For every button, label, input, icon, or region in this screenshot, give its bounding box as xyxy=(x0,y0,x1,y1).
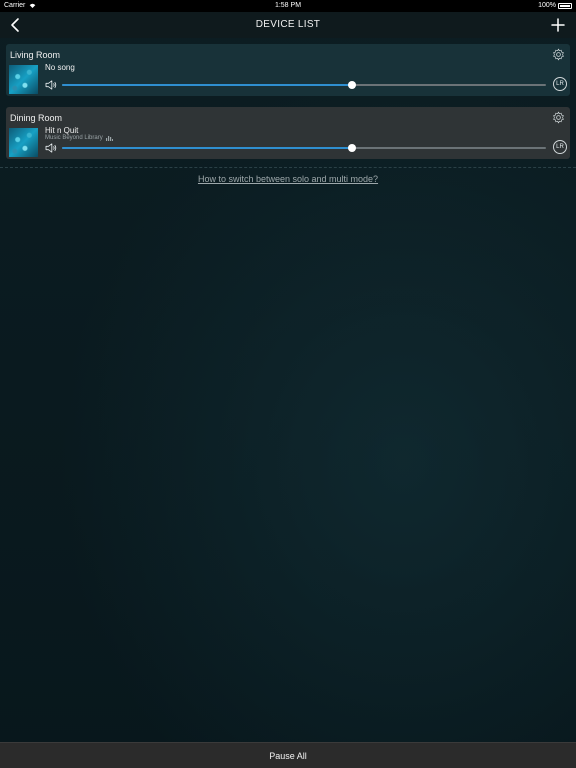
battery-percent: 100% xyxy=(538,2,556,9)
speaker-icon[interactable] xyxy=(45,143,57,153)
volume-fill xyxy=(62,147,353,149)
volume-fill xyxy=(62,84,353,86)
song-title: No song xyxy=(45,63,75,72)
album-cover xyxy=(9,65,38,94)
navigation-bar: DEVICE LIST xyxy=(0,12,576,38)
album-cover xyxy=(9,128,38,157)
status-time: 1:58 PM xyxy=(274,2,302,9)
song-source: Music Beyond Library xyxy=(45,135,113,141)
battery-indicator: 100% xyxy=(538,2,572,9)
page-title: DEVICE LIST xyxy=(255,19,321,30)
source-label: Music Beyond Library xyxy=(45,135,103,141)
volume-slider[interactable] xyxy=(62,144,546,152)
volume-handle[interactable] xyxy=(348,81,357,89)
equalizer-icon xyxy=(105,136,113,141)
device-name: Dining Room xyxy=(10,113,63,123)
channel-lr-button[interactable]: LR xyxy=(553,140,567,154)
gear-icon[interactable] xyxy=(552,48,565,61)
song-title: Hit n Quit xyxy=(45,126,79,135)
device-card-dining-room[interactable]: Dining Room Hit n Quit Music Beyond Libr… xyxy=(6,107,570,159)
device-card-living-room[interactable]: Living Room No song LR xyxy=(6,44,570,96)
pause-all-button[interactable]: Pause All xyxy=(0,743,576,768)
plus-icon[interactable] xyxy=(550,17,566,33)
list-divider xyxy=(0,167,576,168)
speaker-icon[interactable] xyxy=(45,80,57,90)
device-name: Living Room xyxy=(10,50,61,60)
help-link[interactable]: How to switch between solo and multi mod… xyxy=(0,174,576,184)
bottom-bar: Pause All xyxy=(0,742,576,768)
volume-slider[interactable] xyxy=(62,81,546,89)
gear-icon[interactable] xyxy=(552,111,565,124)
channel-lr-button[interactable]: LR xyxy=(553,77,567,91)
status-bar: Carrier 1:58 PM 100% xyxy=(0,0,576,12)
battery-icon xyxy=(558,2,572,9)
device-list: Living Room No song LR Dining Room Hit n… xyxy=(0,40,576,159)
volume-handle[interactable] xyxy=(348,144,357,152)
